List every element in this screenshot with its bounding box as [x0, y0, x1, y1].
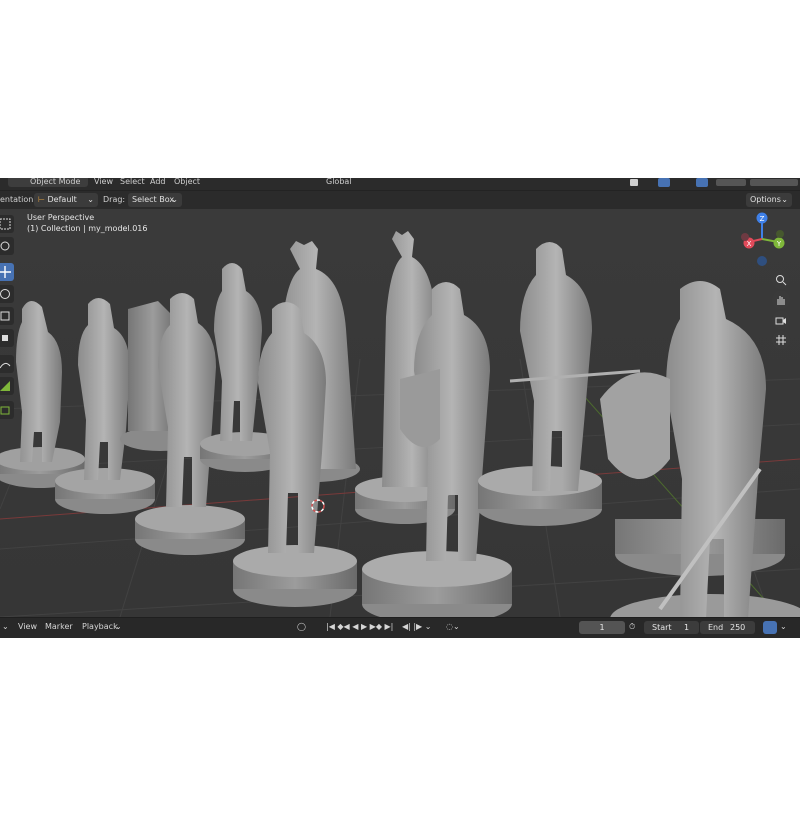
transform-orientation[interactable]: Global [326, 178, 352, 186]
jump-start-icon[interactable]: |◀ [326, 622, 335, 631]
grid-icon [776, 335, 786, 345]
scale-tool[interactable] [0, 307, 14, 325]
prev-marker-icon[interactable]: ◀| [402, 622, 411, 631]
timeline-menu-playback[interactable]: Playback [82, 622, 118, 631]
camera-view-button[interactable] [772, 311, 790, 329]
orientation-dropdown[interactable]: ⊢ Default ⌄ [34, 193, 98, 207]
options-dropdown[interactable]: Options ⌄ [746, 193, 792, 207]
hand-pan-icon [777, 296, 785, 305]
cursor-tool[interactable] [0, 237, 14, 255]
next-keyframe-icon[interactable]: ▶◆ [370, 622, 382, 631]
timeline-menu-marker[interactable]: Marker [45, 622, 73, 631]
orientation-value: Default [47, 195, 77, 204]
play-reverse-icon[interactable]: ◀ [352, 622, 358, 631]
options-label: Options [750, 195, 781, 204]
add-cube-tool[interactable] [0, 401, 14, 419]
collection-label: (1) Collection | my_model.016 [27, 224, 148, 233]
select-box-icon [0, 218, 11, 230]
transform-icon [2, 335, 8, 341]
timeline-view-button[interactable] [763, 621, 777, 634]
gizmo-x-label: X [747, 240, 752, 248]
perspective-label: User Perspective [27, 213, 95, 222]
menu-object[interactable]: Object [174, 178, 200, 186]
measure-icon [0, 381, 10, 391]
ortho-toggle-button[interactable] [772, 331, 790, 349]
gizmo-y-label: Y [776, 240, 782, 248]
start-value: 1 [684, 623, 690, 632]
chevron-down-icon[interactable]: ⌄ [425, 622, 432, 631]
jump-end-icon[interactable]: ▶| [385, 622, 394, 631]
current-frame-field[interactable]: 1 [579, 621, 625, 634]
chevron-down-icon[interactable]: ⌄ [780, 622, 787, 631]
cursor-icon [0, 241, 10, 251]
end-frame-field[interactable]: End 250 [700, 621, 755, 634]
drag-label: Drag: [103, 195, 126, 204]
play-icon[interactable]: ▶ [361, 622, 367, 631]
annotate-tool[interactable] [0, 355, 14, 373]
timeline-menu-view[interactable]: View [18, 622, 37, 631]
3d-viewport[interactable]: User Perspective (1) Collection | my_mod… [0, 209, 800, 617]
zoom-button[interactable] [772, 271, 790, 289]
zoom-icon [776, 275, 787, 286]
scale-icon [0, 311, 10, 321]
start-frame-field[interactable]: Start 1 [644, 621, 699, 634]
move-icon [0, 266, 11, 278]
playback-controls: |◀ ◆◀ ◀ ▶ ▶◆ ▶| ◀| |▶ ⌄ [326, 622, 431, 631]
keying-icon[interactable]: ◯ [297, 622, 306, 631]
chevron-down-icon: ⌄ [87, 195, 94, 204]
orientation-label: entation: [0, 195, 37, 204]
menu-select[interactable]: Select [120, 178, 145, 186]
orientation-icon: ⊢ [38, 195, 45, 204]
blender-window: Object Mode View Select Add Object Globa… [0, 178, 800, 638]
drag-dropdown[interactable]: Select Box ⌄ [128, 193, 182, 207]
add-cube-icon [0, 406, 10, 415]
tool-settings-bar: entation: ⊢ Default ⌄ Drag: Select Box ⌄… [0, 190, 800, 210]
move-tool[interactable] [0, 263, 14, 281]
next-marker-icon[interactable]: |▶ [413, 622, 422, 631]
measure-tool[interactable] [0, 377, 14, 395]
start-label: Start [652, 623, 672, 632]
auto-keying-icon[interactable]: ◌⌄ [446, 622, 460, 631]
stopwatch-icon[interactable]: ⏱ [629, 622, 635, 632]
header-menu-bar: Object Mode View Select Add Object Globa… [0, 178, 800, 190]
chevron-down-icon: ⌄ [171, 195, 178, 204]
end-label: End [708, 623, 724, 632]
drag-value: Select Box [132, 195, 175, 204]
viewport-scene [0, 209, 800, 617]
gizmo-z-label: Z [760, 215, 765, 223]
mode-label[interactable]: Object Mode [30, 178, 80, 186]
camera-icon [775, 317, 786, 325]
prev-keyframe-icon[interactable]: ◆◀ [337, 622, 349, 631]
chevron-down-icon: ⌄ [781, 195, 788, 204]
rotate-tool[interactable] [0, 285, 14, 303]
end-value: 250 [730, 623, 746, 632]
rotate-icon [0, 289, 10, 299]
transform-tool[interactable] [0, 329, 14, 347]
chevron-down-icon: ⌄ [115, 622, 122, 631]
annotate-icon [0, 362, 11, 369]
navigation-gizmo[interactable]: Z X Y [732, 209, 792, 269]
editor-type-chevron-icon[interactable]: ⌄ [2, 622, 9, 631]
select-box-tool[interactable] [0, 215, 14, 233]
header-right-controls[interactable] [630, 178, 800, 187]
pan-button[interactable] [772, 291, 790, 309]
timeline-bar: ⌄ View Marker Playback ⌄ ◯ |◀ ◆◀ ◀ ▶ ▶◆ … [0, 617, 800, 638]
menu-view[interactable]: View [94, 178, 113, 186]
menu-add[interactable]: Add [150, 178, 166, 186]
